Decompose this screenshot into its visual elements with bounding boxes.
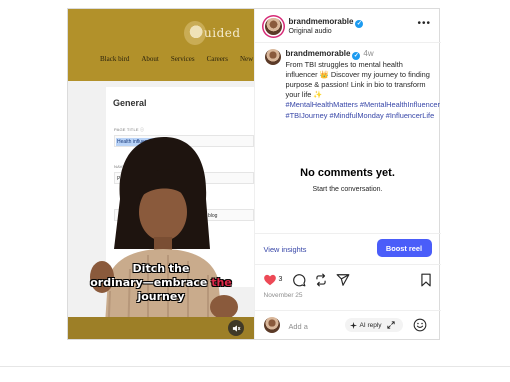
reel-video[interactable]: uided Black bird About Services Careers … [68,9,254,339]
heart-filled-icon[interactable] [263,273,277,287]
avatar[interactable] [264,49,281,65]
video-caption-line-2: ordinary—embrace the [90,276,232,289]
comment-bar: Add a AI reply [255,311,441,339]
like-count[interactable]: 3 [279,276,283,283]
video-caption-line-1: Ditch the [132,262,190,275]
bookmark-icon[interactable] [419,273,433,287]
divider [254,233,441,234]
mute-button[interactable] [228,320,244,336]
more-options-icon[interactable]: ••• [418,18,432,29]
comment-icon[interactable] [292,273,306,287]
post-age: 4w [363,49,374,58]
empty-comments-subtitle: Start the conversation. [312,186,383,193]
ai-reply-label: AI reply [359,321,382,329]
post-date[interactable]: November 25 [264,292,303,299]
sparkle-icon [349,321,357,329]
original-audio-link[interactable]: Original audio [289,28,332,35]
post-header: brandmemorable ✓ Original audio ••• [254,9,441,43]
empty-comments-title: No comments yet. [300,167,395,179]
expand-icon [386,321,395,329]
caption-username[interactable]: brandmemorable ✓ 4w [286,49,374,60]
header-username[interactable]: brandmemorable ✓ [289,17,364,28]
caption-text: From TBI struggles to mental health infl… [285,60,430,99]
video-bottom-band [68,317,254,339]
speaker-muted-icon [232,324,240,332]
ai-reply-button[interactable]: AI reply [344,318,403,332]
boost-reel-button[interactable]: Boost reel [376,239,432,257]
verified-badge-icon: ✓ [355,20,364,28]
share-icon[interactable] [336,273,350,287]
post-details-panel: brandmemorable ✓ Original audio ••• brand… [253,9,441,339]
caption-hashtags[interactable]: #MentalHealthMatters #MentalHealthInflue… [286,100,441,121]
page-divider [0,366,510,367]
reel-post: uided Black bird About Services Careers … [67,8,441,340]
page: uided Black bird About Services Careers … [0,0,510,382]
add-comment-input[interactable]: Add a [289,322,308,331]
video-caption-line-3: journey [137,290,185,303]
divider [254,264,441,265]
emoji-icon[interactable] [413,318,427,332]
repost-icon[interactable] [314,273,328,287]
verified-badge-icon: ✓ [352,52,361,60]
avatar[interactable] [264,18,282,35]
view-insights-link[interactable]: View insights [264,245,307,254]
avatar[interactable] [263,317,280,333]
